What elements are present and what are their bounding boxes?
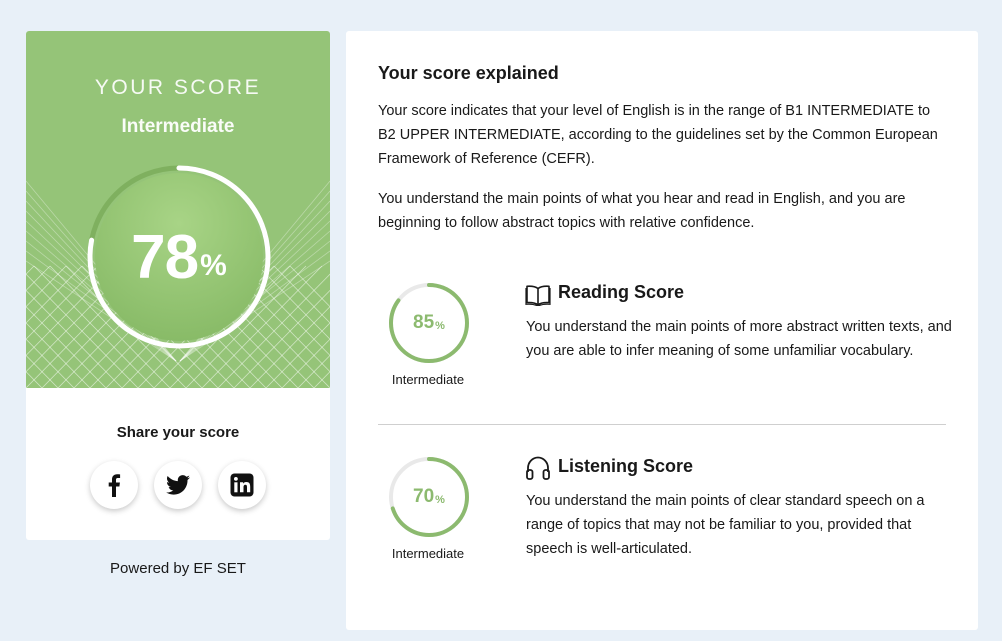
section-divider	[378, 424, 946, 425]
share-twitter-button[interactable]	[154, 461, 202, 509]
explanation-title: Your score explained	[378, 63, 559, 83]
explanation-paragraph-2: You understand the main points of what y…	[378, 191, 906, 231]
powered-by-footer: Powered by EF SET	[110, 560, 246, 577]
listening-score-title: Listening Score	[558, 456, 694, 476]
share-linkedin-button[interactable]	[218, 461, 266, 509]
share-section: Share your score	[26, 388, 330, 540]
listening-level-label: Intermediate	[391, 546, 465, 561]
reading-score-number: 85	[413, 312, 435, 333]
reading-level-label: Intermediate	[391, 372, 465, 387]
headphones-icon	[526, 456, 550, 480]
linkedin-icon	[230, 473, 254, 497]
share-title: Share your score	[116, 424, 240, 441]
reading-score-value: 85%	[387, 281, 471, 365]
listening-score-section: 70% Intermediate Listening Score You und…	[378, 453, 946, 583]
explanation-paragraph-1: Your score indicates that your level of …	[378, 103, 938, 167]
listening-score-value: 70%	[387, 455, 471, 539]
book-icon	[525, 285, 551, 306]
reading-score-title: Reading Score	[558, 282, 685, 302]
listening-score-percent: %	[435, 493, 445, 506]
overall-score-number: 78	[131, 222, 199, 292]
share-facebook-button[interactable]	[90, 461, 138, 509]
listening-score-number: 70	[413, 486, 435, 507]
overall-score-value: 78%	[84, 162, 274, 352]
score-explanation-panel: Your score explained Your score indicate…	[346, 31, 978, 630]
score-level-label: Intermediate	[121, 116, 235, 137]
reading-score-description: You understand the main points of more a…	[526, 319, 952, 359]
listening-score-description: You understand the main points of clear …	[526, 493, 925, 557]
reading-score-percent: %	[435, 319, 445, 332]
twitter-icon	[166, 475, 190, 495]
score-card: YOUR SCORE Intermediate 78% Share your s…	[26, 31, 330, 540]
facebook-icon	[108, 474, 121, 497]
reading-score-section: 85% Intermediate Reading Score You under…	[378, 279, 952, 409]
your-score-title: YOUR SCORE	[94, 76, 262, 99]
overall-score-percent: %	[200, 249, 227, 282]
score-hero: YOUR SCORE Intermediate 78%	[26, 31, 330, 388]
